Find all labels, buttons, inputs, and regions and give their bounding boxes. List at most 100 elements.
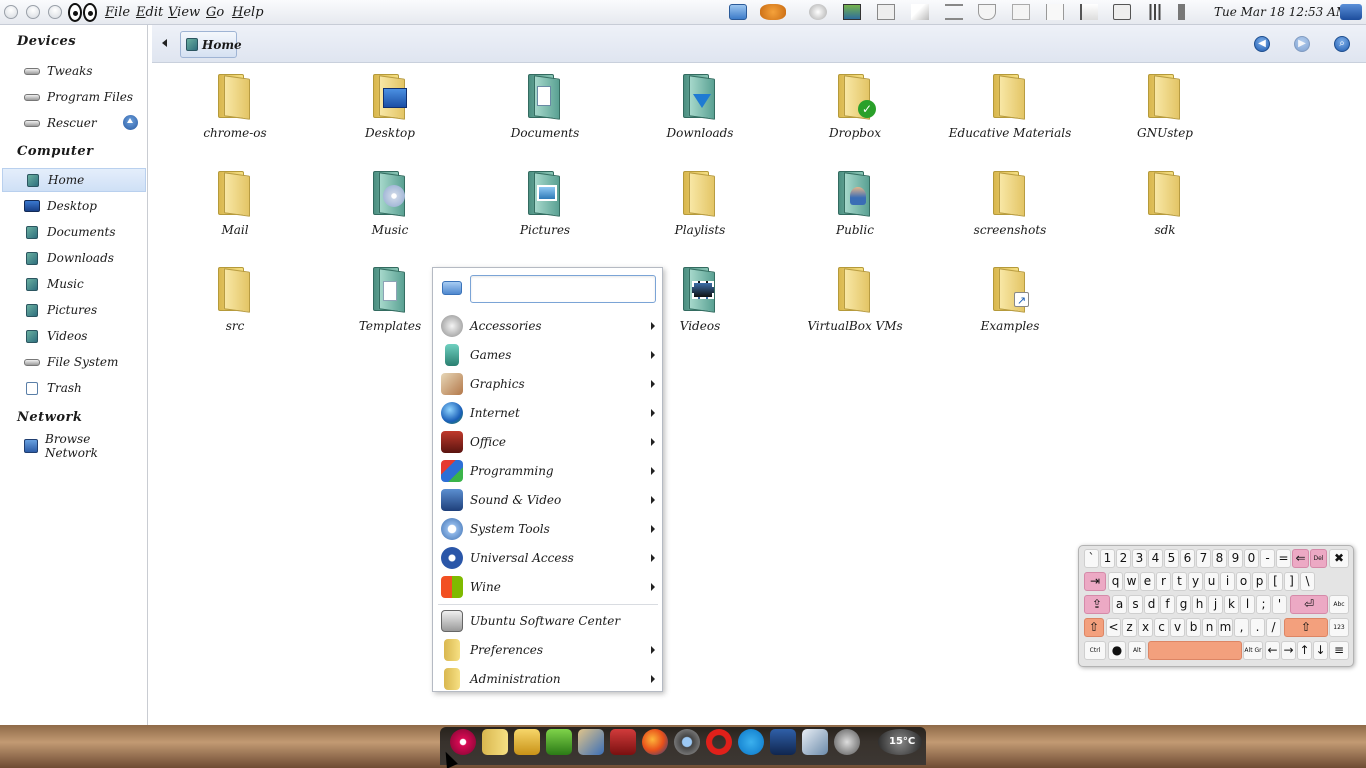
menu-item-preferences[interactable]: Preferences [433, 635, 663, 664]
key-q[interactable]: q [1108, 572, 1123, 591]
file-item-pictures[interactable]: Pictures [480, 163, 610, 243]
sidebar-item-home[interactable]: Home [2, 168, 146, 192]
network-signal-icon[interactable] [1146, 4, 1164, 20]
file-item-gnustep[interactable]: GNUstep [1100, 66, 1230, 146]
key-f[interactable]: f [1160, 595, 1175, 614]
key-caps-lock[interactable]: ⇪ [1084, 595, 1110, 614]
display-icon[interactable] [843, 4, 861, 20]
app-menu-icon[interactable] [729, 4, 747, 20]
key-1[interactable]: 1 [1100, 549, 1115, 568]
key-l[interactable]: l [1240, 595, 1255, 614]
clock[interactable]: Tue Mar 18 12:53 AM [1214, 5, 1348, 19]
file-item-playlists[interactable]: Playlists [635, 163, 765, 243]
key-ctrl[interactable]: Ctrl [1084, 641, 1106, 660]
mail-tray-icon[interactable] [978, 4, 996, 20]
file-item-downloads[interactable]: Downloads [635, 66, 765, 146]
menu-item-internet[interactable]: Internet [433, 398, 663, 427]
file-item-sdk[interactable]: sdk [1100, 163, 1230, 243]
key-u[interactable]: u [1204, 572, 1219, 591]
menu-item-programming[interactable]: Programming [433, 456, 663, 485]
menu-item-ubuntu-software-center[interactable]: Ubuntu Software Center [433, 606, 663, 635]
system-monitor-icon[interactable] [546, 729, 572, 755]
key-arrow-3[interactable]: ↓ [1313, 641, 1328, 660]
flag-icon[interactable] [1080, 4, 1098, 20]
keyboard-close-button[interactable]: ✖ [1329, 549, 1349, 568]
menu-item-sound-video[interactable]: Sound & Video [433, 485, 663, 514]
sidebar-item-videos[interactable]: Videos [2, 324, 146, 348]
key-space[interactable] [1148, 641, 1242, 660]
sidebar-item-browse-network[interactable]: Browse Network [2, 432, 146, 460]
key-2[interactable]: 2 [1116, 549, 1131, 568]
update-icon[interactable] [809, 4, 827, 20]
battery-icon[interactable] [1113, 4, 1131, 20]
sidebar-item-pictures[interactable]: Pictures [2, 298, 146, 322]
clipboard-icon[interactable] [1046, 4, 1064, 20]
file-item-chrome-os[interactable]: chrome-os [170, 66, 300, 146]
key-12[interactable]: = [1276, 549, 1291, 568]
file-item-screenshots[interactable]: screenshots [945, 163, 1075, 243]
key-p[interactable]: p [1252, 572, 1267, 591]
trash-dock-icon[interactable] [802, 729, 828, 755]
sidebar-item-music[interactable]: Music [2, 272, 146, 296]
user-icon[interactable] [1340, 4, 1362, 20]
key-6[interactable]: 6 [1180, 549, 1195, 568]
key-3[interactable]: 3 [1132, 549, 1147, 568]
file-item-examples[interactable]: ↗ Examples [945, 259, 1075, 339]
eject-icon[interactable] [123, 115, 138, 130]
key-s[interactable]: s [1128, 595, 1143, 614]
menu-help[interactable]: Help [232, 5, 264, 20]
file-item-dropbox[interactable]: ✓ Dropbox [790, 66, 920, 146]
dictionary-icon[interactable] [610, 729, 636, 755]
key-right-shift[interactable]: ⇧ [1284, 618, 1328, 637]
menu-go[interactable]: Go [206, 5, 224, 20]
file-manager-icon[interactable] [514, 729, 540, 755]
workspace-icon[interactable] [1012, 4, 1030, 20]
key-5[interactable]: 5 [1164, 549, 1179, 568]
sidebar-item-downloads[interactable]: Downloads [2, 246, 146, 270]
key-7[interactable]: 7 [1196, 549, 1211, 568]
key-1[interactable]: z [1122, 618, 1137, 637]
key-arrow-2[interactable]: ↑ [1297, 641, 1312, 660]
goldfish-icon[interactable] [760, 4, 786, 20]
key-r[interactable]: r [1156, 572, 1171, 591]
key-8[interactable]: , [1234, 618, 1249, 637]
key-k[interactable]: k [1224, 595, 1239, 614]
key-menu[interactable]: ≡ [1329, 641, 1349, 660]
menu-item-administration[interactable]: Administration [433, 664, 663, 693]
close-window-button[interactable] [4, 5, 18, 19]
settings-icon[interactable] [834, 729, 860, 755]
key-left-shift[interactable]: ⇧ [1084, 618, 1104, 637]
key-enter[interactable]: ⏎ [1290, 595, 1328, 614]
key-h[interactable]: h [1192, 595, 1207, 614]
dropbox-tray-icon[interactable] [945, 4, 963, 20]
menu-item-graphics[interactable]: Graphics [433, 369, 663, 398]
menu-item-system-tools[interactable]: System Tools [433, 514, 663, 543]
key-;[interactable]: ; [1256, 595, 1271, 614]
key-arrow-0[interactable]: ← [1265, 641, 1280, 660]
key-9[interactable]: 9 [1228, 549, 1243, 568]
key-][interactable]: ] [1284, 572, 1299, 591]
key-j[interactable]: j [1208, 595, 1223, 614]
key-4[interactable]: v [1170, 618, 1185, 637]
key-9[interactable]: . [1250, 618, 1265, 637]
sidebar-item-file-system[interactable]: File System [2, 350, 146, 374]
file-item-virtualbox-vms[interactable]: VirtualBox VMs [790, 259, 920, 339]
sidebar-item-documents[interactable]: Documents [2, 220, 146, 244]
pen-icon[interactable] [911, 4, 929, 20]
key-0[interactable]: ` [1084, 549, 1099, 568]
key-5[interactable]: b [1186, 618, 1201, 637]
menu-edit[interactable]: Edit [136, 5, 163, 20]
key-2[interactable]: x [1138, 618, 1153, 637]
terminal-icon[interactable] [770, 729, 796, 755]
opera-icon[interactable] [706, 729, 732, 755]
menu-item-office[interactable]: Office [433, 427, 663, 456]
file-item-desktop[interactable]: Desktop [325, 66, 455, 146]
sidebar-item-program-files[interactable]: Program Files [2, 85, 146, 109]
key-8[interactable]: 8 [1212, 549, 1227, 568]
key-a[interactable]: a [1112, 595, 1127, 614]
paint-icon[interactable] [578, 729, 604, 755]
key-10[interactable]: 0 [1244, 549, 1259, 568]
key-o[interactable]: o [1236, 572, 1251, 591]
file-item-mail[interactable]: Mail [170, 163, 300, 243]
back-button[interactable]: ◀ [1254, 36, 1270, 52]
